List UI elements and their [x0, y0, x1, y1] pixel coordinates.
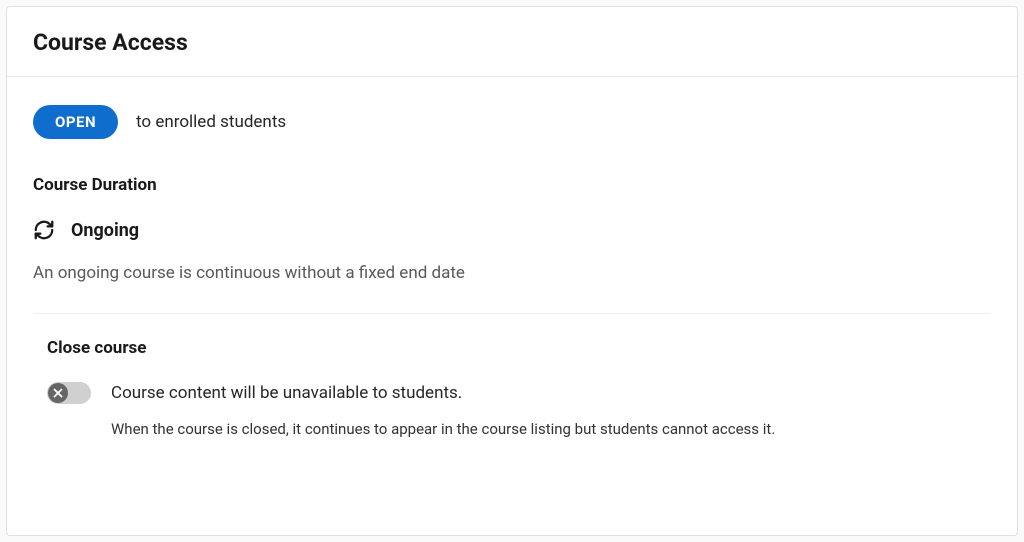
page-title: Course Access — [33, 29, 991, 56]
close-icon — [53, 388, 63, 398]
duration-value: Ongoing — [71, 220, 139, 241]
divider — [33, 313, 991, 314]
status-row: OPEN to enrolled students — [33, 105, 991, 139]
status-open-pill[interactable]: OPEN — [33, 105, 118, 139]
ongoing-icon — [33, 219, 55, 241]
card-body: OPEN to enrolled students Course Duratio… — [7, 77, 1017, 438]
status-text: to enrolled students — [136, 112, 286, 132]
close-course-title: Close course — [47, 338, 991, 358]
close-course-toggle-row: Course content will be unavailable to st… — [47, 382, 991, 404]
course-access-card: Course Access OPEN to enrolled students … — [6, 6, 1018, 536]
duration-description: An ongoing course is continuous without … — [33, 263, 991, 283]
toggle-knob — [48, 383, 68, 403]
close-course-toggle[interactable] — [47, 382, 91, 404]
close-course-section: Close course Course content will be unav… — [33, 338, 991, 438]
card-header: Course Access — [7, 7, 1017, 77]
close-course-toggle-label: Course content will be unavailable to st… — [111, 383, 462, 403]
duration-section-label: Course Duration — [33, 175, 991, 195]
close-course-description: When the course is closed, it continues … — [47, 420, 991, 438]
duration-row: Ongoing — [33, 219, 991, 241]
